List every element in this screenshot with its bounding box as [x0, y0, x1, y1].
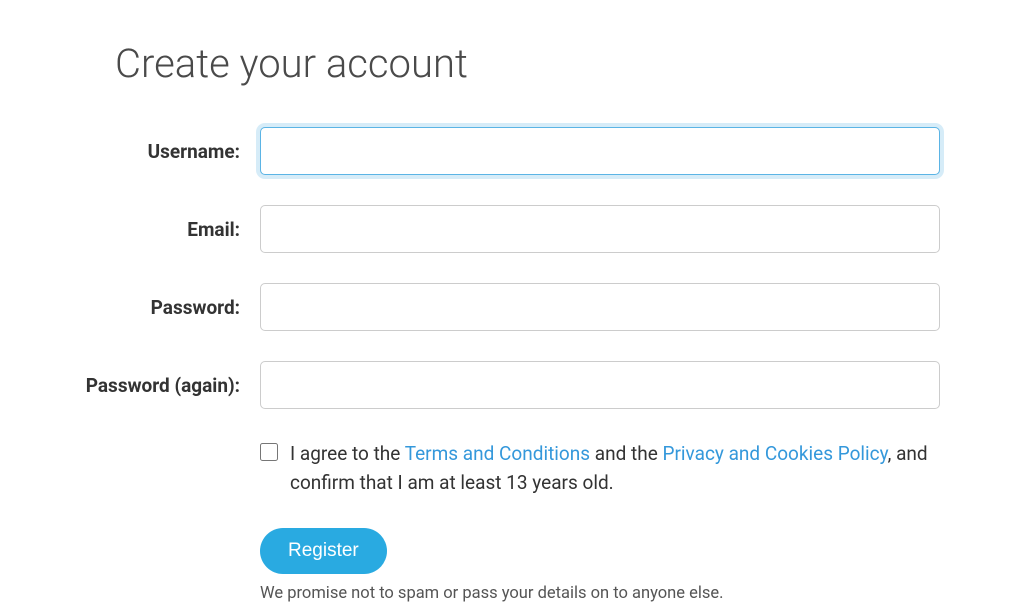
username-label: Username: — [60, 140, 260, 163]
terms-link[interactable]: Terms and Conditions — [405, 442, 590, 465]
agreement-checkbox[interactable] — [260, 443, 278, 461]
agreement-text-1: I agree to the — [290, 442, 405, 465]
agreement-label: I agree to the Terms and Conditions and … — [290, 439, 950, 498]
page-title: Create your account — [115, 40, 976, 87]
privacy-note: We promise not to spam or pass your deta… — [260, 584, 976, 603]
password-input[interactable] — [260, 283, 940, 331]
register-button[interactable]: Register — [260, 528, 387, 574]
username-input[interactable] — [260, 127, 940, 175]
password-again-label: Password (again): — [60, 374, 260, 397]
email-label: Email: — [60, 218, 260, 241]
privacy-link[interactable]: Privacy and Cookies Policy — [663, 442, 888, 465]
password-again-input[interactable] — [260, 361, 940, 409]
email-input[interactable] — [260, 205, 940, 253]
agreement-text-2: and the — [590, 442, 662, 465]
password-label: Password: — [60, 296, 260, 319]
